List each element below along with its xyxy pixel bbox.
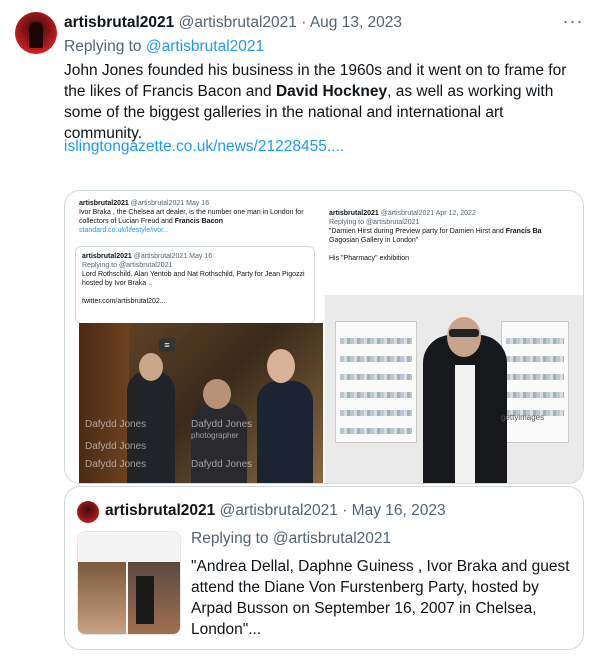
tweet-body: John Jones founded his business in the 1… <box>64 60 584 144</box>
separator: · <box>301 14 307 31</box>
mini-text-3: His "Pharmacy" exhibition <box>329 255 410 262</box>
quoted-thumbnail <box>77 531 181 635</box>
watermark: Dafydd Jones <box>191 419 253 430</box>
getty-watermark: gettyimages <box>501 413 545 422</box>
mini-inner-text: Lord Rothschild, Alan Yentob and Nat Rot… <box>82 271 305 287</box>
tweet-header: artisbrutal2021 @artisbrutal2021 · Aug 1… <box>64 14 402 32</box>
display-name[interactable]: artisbrutal2021 <box>64 14 174 31</box>
body-bold-text: David Hockney <box>275 83 388 100</box>
quoted-handle: @artisbrutal2021 <box>219 502 338 519</box>
menu-icon: ≡ <box>159 338 175 352</box>
replying-handle-link[interactable]: @artisbrutal2021 <box>146 38 264 55</box>
mini-date: May 16 <box>186 200 210 207</box>
mini-inner-card: artisbrutal2021 @artisbrutal2021 May 16 … <box>75 246 315 324</box>
quoted-tweet-card[interactable]: artisbrutal2021 @artisbrutal2021 · May 1… <box>64 486 584 650</box>
mini-text-bold: Francis Bacon <box>174 218 223 225</box>
watermark-sub: photographer <box>191 431 239 440</box>
quoted-avatar <box>77 501 99 523</box>
mini-name: artisbrutal2021 <box>79 200 129 207</box>
handle[interactable]: @artisbrutal2021 <box>179 14 297 31</box>
mini-handle: @artisbrutal2021 <box>130 200 185 207</box>
more-horizontal-icon[interactable]: ··· <box>562 12 584 33</box>
separator: · <box>342 502 348 519</box>
mini-name: artisbrutal2021 <box>329 210 379 217</box>
quoted-date: May 16, 2023 <box>351 502 446 519</box>
quoted-replying-to: Replying to @artisbrutal2021 <box>191 530 392 547</box>
tweet[interactable]: artisbrutal2021 @artisbrutal2021 · Aug 1… <box>0 0 605 659</box>
replying-to: Replying to @artisbrutal2021 <box>64 38 264 56</box>
mini-inner-replying: Replying to @artisbrutal2021 <box>82 262 173 269</box>
mini-replying: Replying to @artisbrutal2021 <box>329 219 420 226</box>
mini-tweet-left: artisbrutal2021 @artisbrutal2021 May 16 … <box>79 199 317 235</box>
avatar[interactable] <box>15 12 57 54</box>
quoted-header: artisbrutal2021 @artisbrutal2021 · May 1… <box>105 502 446 520</box>
party-photo: Dafydd Jones Dafydd Jones photographer D… <box>79 323 323 483</box>
watermark: Dafydd Jones <box>85 441 147 452</box>
mini-inner-link: twitter.com/artisbrutal202... <box>82 298 166 305</box>
screenshot-image-left[interactable]: artisbrutal2021 @artisbrutal2021 May 16 … <box>65 191 323 483</box>
mini-text: "Damien Hirst during Preview party for D… <box>329 228 506 235</box>
watermark: Dafydd Jones <box>191 459 253 470</box>
tweet-date[interactable]: Aug 13, 2023 <box>310 14 402 31</box>
gallery-photo: gettyimages <box>325 295 583 483</box>
mini-inner-name: artisbrutal2021 <box>82 253 132 260</box>
watermark: Dafydd Jones <box>85 419 147 430</box>
avatar-figure <box>29 22 43 48</box>
watermark: Dafydd Jones <box>85 459 147 470</box>
article-link[interactable]: islingtongazette.co.uk/news/21228455.... <box>64 138 344 155</box>
mini-inner-date: May 16 <box>189 253 213 260</box>
media-card[interactable]: artisbrutal2021 @artisbrutal2021 May 16 … <box>64 190 584 484</box>
mini-tweet-right: artisbrutal2021 @artisbrutal2021 Apr 12,… <box>329 209 581 263</box>
mini-link: standard.co.uk/lifestyle/ivor... <box>79 227 169 234</box>
mini-handle: @artisbrutal2021 <box>380 210 435 217</box>
quoted-text: "Andrea Dellal, Daphne Guiness , Ivor Br… <box>191 558 570 638</box>
mini-date: Apr 12, 2022 <box>435 210 476 217</box>
mini-text-bold: Francis Ba <box>505 228 542 235</box>
mini-inner-handle: @artisbrutal2021 <box>133 253 188 260</box>
quoted-display-name: artisbrutal2021 <box>105 502 216 519</box>
mini-text-2: Gagosian Gallery in London" <box>329 237 419 244</box>
screenshot-image-right[interactable]: artisbrutal2021 @artisbrutal2021 Apr 12,… <box>325 191 583 483</box>
replying-prefix: Replying to <box>64 38 146 55</box>
